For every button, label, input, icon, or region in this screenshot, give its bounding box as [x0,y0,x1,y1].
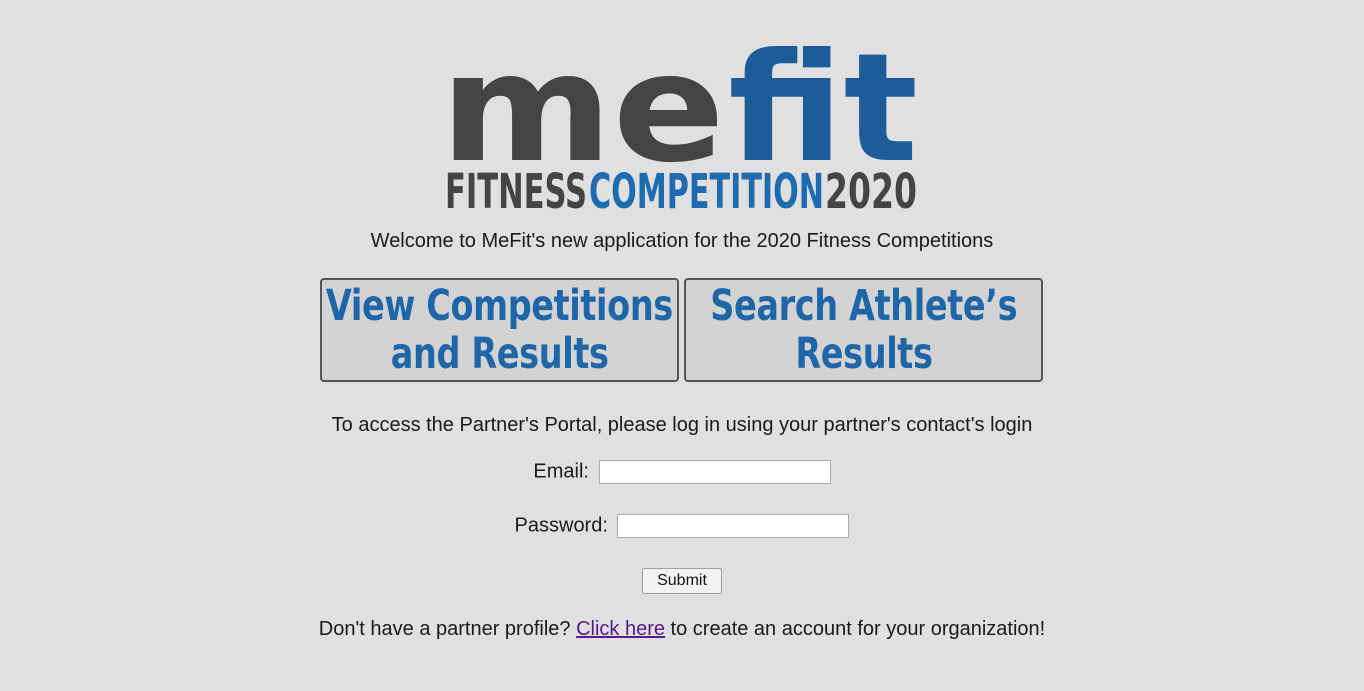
mefit-logo: me fit FITNESS COMPETITION 2020 [440,10,925,215]
password-label: Password: [514,514,608,537]
view-competitions-line1: View Competitions [326,281,673,331]
email-row: Email: [0,460,1364,484]
signup-prompt: Don't have a partner profile? Click here… [0,618,1364,641]
signup-prompt-after: to create an account for your organizati… [665,618,1046,640]
view-competitions-button[interactable]: View Competitions and Results [320,278,679,382]
welcome-text: Welcome to MeFit's new application for t… [370,230,994,252]
email-label: Email: [533,460,589,483]
submit-button[interactable]: Submit [642,568,722,594]
mefit-logo-graphic: me fit FITNESS COMPETITION 2020 [440,22,918,215]
partner-portal-instructions: To access the Partner's Portal, please l… [331,414,1033,436]
view-competitions-line2: and Results [390,329,609,379]
search-athletes-line2: Results [794,329,933,379]
password-row: Password: [0,514,1364,538]
logo-tag-year: 2020 [825,164,917,215]
search-athletes-button[interactable]: Search Athlete’s Results [684,278,1043,382]
password-input[interactable] [617,514,850,538]
email-input[interactable] [598,460,831,484]
logo-tag-competition: COMPETITION [589,164,824,215]
signup-prompt-before: Don't have a partner profile? [318,618,577,640]
create-account-link[interactable]: Click here [576,618,665,640]
submit-row: Submit [0,568,1364,594]
logo-tag-fitness: FITNESS [445,164,587,215]
search-athletes-line1: Search Athlete’s [710,281,1017,331]
